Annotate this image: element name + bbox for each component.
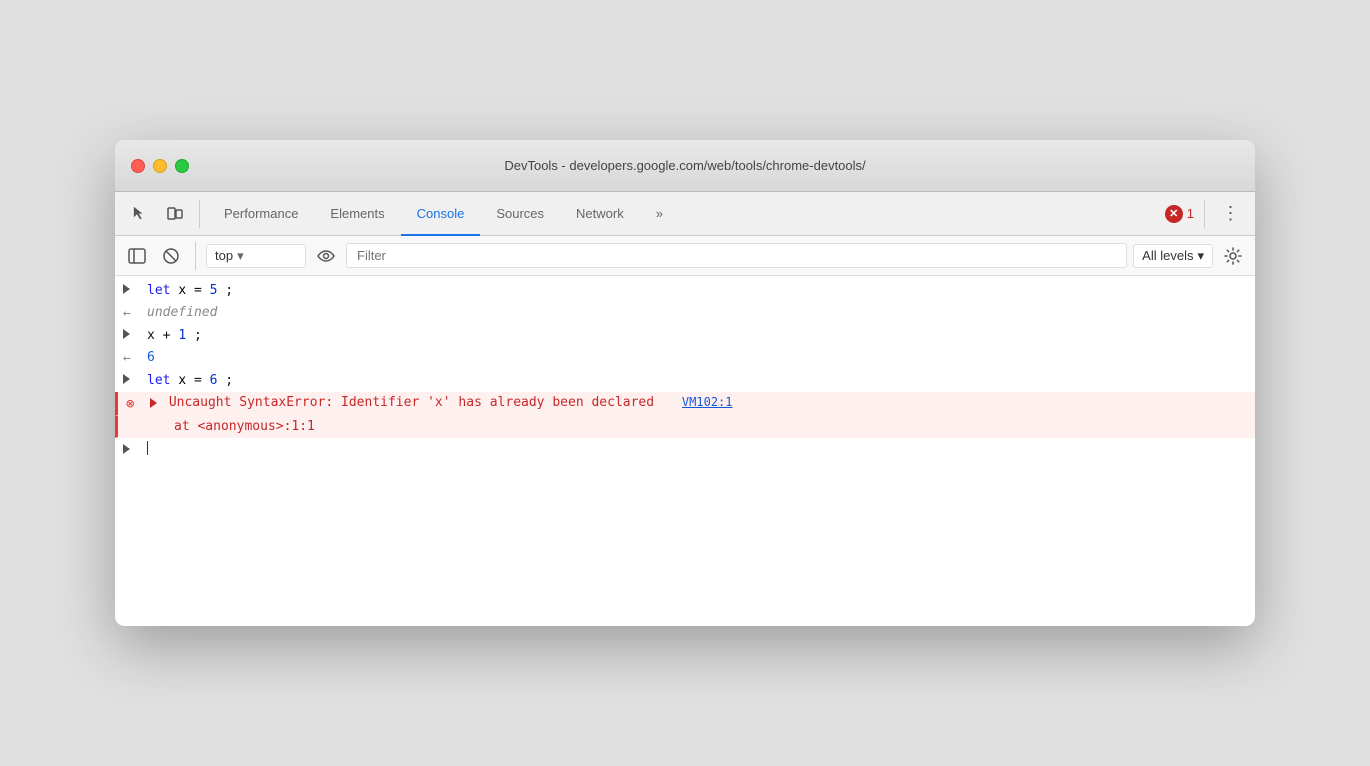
console-line-4: ← 6	[115, 347, 1255, 370]
semicolon-1: ;	[225, 283, 233, 298]
code-text-5: x	[178, 373, 194, 388]
error-main-text: Uncaught SyntaxError: Identifier 'x' has…	[169, 395, 654, 410]
inspect-icon[interactable]	[123, 198, 155, 230]
toolbar-divider-2	[1204, 200, 1205, 228]
console-line-3: x + 1 ;	[115, 325, 1255, 347]
expand-arrow-3[interactable]	[123, 328, 143, 339]
console-error-line: ⊗ Uncaught SyntaxError: Identifier 'x' h…	[115, 392, 1255, 416]
filter-input[interactable]	[346, 243, 1127, 268]
operator-5: =	[194, 373, 202, 388]
console-line-2: ← undefined	[115, 302, 1255, 325]
toolbar-right: ✕ 1 ⋮	[1165, 198, 1247, 230]
clear-console-icon[interactable]	[157, 242, 185, 270]
console-line-5: let x = 6 ;	[115, 370, 1255, 392]
maximize-button[interactable]	[175, 159, 189, 173]
more-options-button[interactable]: ⋮	[1215, 198, 1247, 230]
levels-selector[interactable]: All levels ▾	[1133, 244, 1213, 268]
error-gutter: ⊗	[126, 395, 146, 412]
error-secondary-text: at <anonymous>:1:1	[174, 419, 315, 434]
var-x: x	[147, 328, 163, 343]
traffic-lights	[131, 159, 189, 173]
keyword-let-1: let	[147, 283, 170, 298]
line-content-2: undefined	[143, 305, 1247, 320]
tab-sources[interactable]: Sources	[480, 193, 560, 236]
titlebar: DevTools - developers.google.com/web/too…	[115, 140, 1255, 192]
line-content-4: 6	[143, 350, 1247, 365]
context-arrow: ▾	[237, 248, 244, 264]
eye-icon[interactable]	[312, 242, 340, 270]
context-selector[interactable]: top ▾	[206, 244, 306, 268]
tab-network[interactable]: Network	[560, 193, 640, 236]
window-title: DevTools - developers.google.com/web/too…	[504, 158, 865, 173]
semicolon-3: ;	[194, 328, 202, 343]
device-icon[interactable]	[159, 198, 191, 230]
tab-more[interactable]: »	[640, 193, 679, 236]
error-badge-icon: ✕	[1165, 205, 1183, 223]
code-text-1: x	[178, 283, 194, 298]
output-value-6: 6	[147, 350, 155, 365]
keyword-let-5: let	[147, 373, 170, 388]
console-toolbar: top ▾ All levels ▾	[115, 236, 1255, 276]
input-prompt-arrow	[123, 443, 143, 454]
expand-arrow-5[interactable]	[123, 373, 143, 384]
tab-console[interactable]: Console	[401, 193, 481, 236]
output-arrow-2: ←	[123, 305, 143, 321]
toolbar-divider-1	[199, 200, 200, 228]
console-input-line[interactable]	[115, 438, 1255, 458]
error-badge[interactable]: ✕ 1	[1165, 205, 1194, 223]
expand-arrow-1[interactable]	[123, 283, 143, 294]
output-arrow-4: ←	[123, 350, 143, 366]
line-content-1: let x = 5 ;	[143, 283, 1247, 298]
error-expand-arrow[interactable]	[150, 398, 157, 408]
error-content: Uncaught SyntaxError: Identifier 'x' has…	[146, 395, 1247, 410]
console-line-1: let x = 5 ;	[115, 280, 1255, 302]
error-source-link[interactable]: VM102:1	[662, 395, 733, 409]
value-1: 5	[210, 283, 218, 298]
operator-1: =	[194, 283, 202, 298]
error-circle-icon: ⊗	[126, 396, 134, 412]
console-output: let x = 5 ; ← undefined x + 1 ;	[115, 276, 1255, 626]
close-button[interactable]	[131, 159, 145, 173]
error-secondary-content: at <anonymous>:1:1	[170, 419, 1247, 434]
plus: +	[163, 328, 171, 343]
value-5: 6	[210, 373, 218, 388]
value-1b: 1	[178, 328, 186, 343]
devtools-window: DevTools - developers.google.com/web/too…	[115, 140, 1255, 626]
console-error-secondary: at <anonymous>:1:1	[115, 416, 1255, 438]
settings-icon[interactable]	[1219, 242, 1247, 270]
tab-bar: Performance Elements Console Sources Net…	[208, 192, 1161, 235]
tab-elements[interactable]: Elements	[314, 193, 400, 236]
undefined-text: undefined	[147, 305, 217, 320]
minimize-button[interactable]	[153, 159, 167, 173]
sidebar-toggle-icon[interactable]	[123, 242, 151, 270]
input-cursor	[147, 441, 148, 455]
tab-performance[interactable]: Performance	[208, 193, 314, 236]
console-divider	[195, 242, 196, 270]
tab-toolbar: Performance Elements Console Sources Net…	[115, 192, 1255, 236]
line-content-3: x + 1 ;	[143, 328, 1247, 343]
line-content-5: let x = 6 ;	[143, 373, 1247, 388]
semicolon-5: ;	[225, 373, 233, 388]
